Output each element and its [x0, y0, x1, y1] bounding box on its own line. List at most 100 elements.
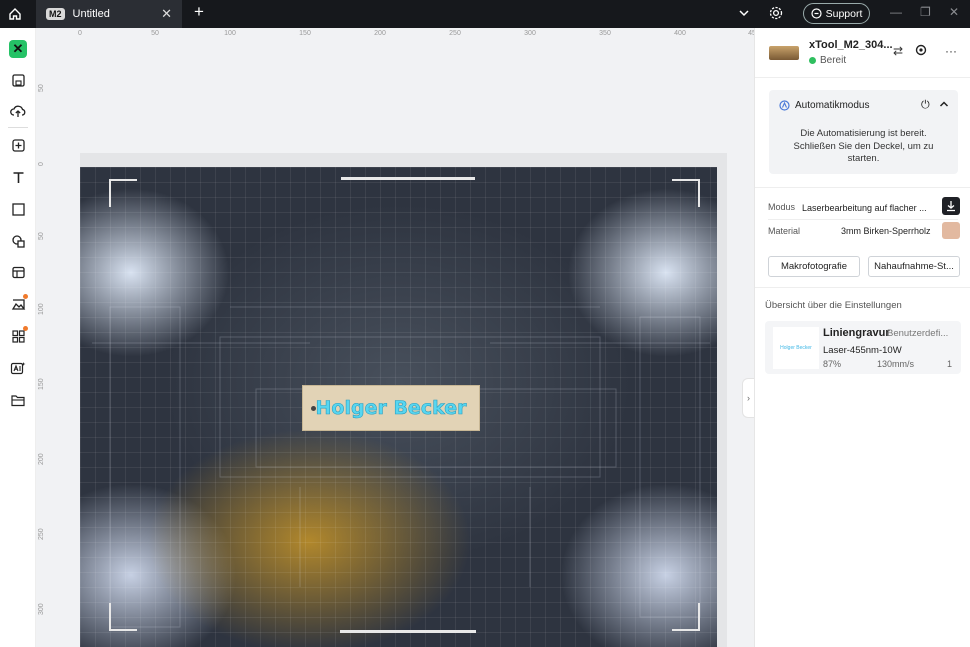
status-dot — [809, 57, 816, 64]
automation-message: Die Automatisierung ist bereit. Schließe… — [793, 128, 934, 164]
device-thumbnail — [769, 46, 799, 60]
ruler-tick-label: 0 — [78, 30, 82, 37]
chevron-up-icon[interactable] — [939, 99, 949, 112]
engraving-text: Holger Becker — [315, 397, 467, 420]
shape-tool-icon[interactable] — [6, 198, 30, 220]
mode-label: Modus — [768, 202, 796, 212]
settings-overview-title: Übersicht über die Einstellungen — [765, 300, 902, 311]
left-toolbar: ✕ — [0, 28, 36, 647]
add-object-icon[interactable] — [6, 134, 30, 156]
new-tab-button[interactable]: + — [194, 2, 204, 22]
ruler-tick-label: 400 — [674, 30, 686, 37]
closeup-button[interactable]: Nahaufnahme-St... — [868, 256, 960, 277]
close-tab-icon[interactable]: ✕ — [161, 6, 172, 22]
process-card[interactable]: Holger Becker Liniengravur Benutzerdefi.… — [765, 321, 961, 374]
vertical-ruler: 50 0 50 100 150 200 250 300 — [36, 48, 56, 647]
automation-title: Automatikmodus — [795, 100, 870, 111]
frame-corner — [672, 179, 700, 207]
tag-hole — [311, 406, 316, 411]
app-logo-icon[interactable]: ✕ — [6, 38, 30, 60]
frame-corner — [672, 603, 700, 631]
ruler-tick-label: 50 — [38, 84, 45, 92]
horizontal-ruler: 0 50 100 150 200 250 300 350 400 45 — [36, 28, 754, 48]
process-name: Liniengravur — [823, 327, 890, 339]
minimize-icon[interactable]: — — [890, 5, 902, 19]
material-swatch[interactable] — [942, 222, 960, 239]
frame-bar — [341, 177, 475, 180]
layout-icon[interactable] — [6, 261, 30, 283]
apps-icon[interactable] — [6, 325, 30, 347]
upload-cloud-icon[interactable] — [6, 100, 30, 122]
automation-icon — [779, 100, 790, 111]
window-close-icon[interactable]: ✕ — [949, 5, 959, 19]
laser-module: Laser-455nm-10W — [823, 345, 902, 356]
app-window: M2 Untitled ✕ + Support — ❐ ✕ ✕ 0 50 100… — [0, 0, 970, 647]
device-settings-icon[interactable] — [915, 44, 927, 59]
notification-dot — [23, 326, 28, 331]
status-label: Bereit — [820, 55, 847, 66]
speed-value: 130mm/s — [877, 359, 915, 369]
ruler-tick-label: 300 — [38, 603, 45, 615]
ruler-tick-label: 250 — [38, 528, 45, 540]
ai-tool-icon[interactable] — [6, 357, 30, 379]
title-bar: M2 Untitled ✕ + Support — ❐ ✕ — [0, 0, 970, 28]
power-icon[interactable]: ⏻ — [921, 99, 930, 112]
frame-bar — [340, 630, 476, 633]
ruler-tick-label: 100 — [224, 30, 236, 37]
automation-header[interactable]: Automatikmodus — [779, 100, 869, 111]
device-header: xTool_M2_304... Bereit ⇄ ··· — [755, 28, 970, 78]
machine-badge: M2 — [46, 8, 65, 20]
device-status: Bereit — [809, 55, 846, 66]
headset-icon — [811, 8, 822, 19]
elements-icon[interactable] — [6, 230, 30, 252]
process-thumbnail: Holger Becker — [773, 327, 819, 369]
chevron-down-icon[interactable] — [738, 7, 750, 22]
design-canvas[interactable]: 0 50 100 150 200 250 300 350 400 45 50 0 50 100 150 20… — [36, 28, 754, 647]
power-value: 87% — [823, 359, 842, 369]
frame-corner — [109, 179, 137, 207]
support-label: Support — [825, 7, 863, 20]
passes-value: 1 — [947, 359, 953, 369]
ruler-tick-label: 50 — [151, 30, 159, 37]
frame-corner — [109, 603, 137, 631]
tab-title: Untitled — [72, 8, 110, 20]
camera-preview[interactable]: Holger Becker — [80, 167, 717, 647]
support-button[interactable]: Support — [803, 3, 870, 24]
gear-icon[interactable] — [768, 5, 784, 24]
collapse-panel-button[interactable]: › — [742, 378, 754, 418]
automation-card: Automatikmodus ⏻ Die Automatisierung ist… — [769, 90, 958, 174]
device-name[interactable]: xTool_M2_304... — [809, 39, 893, 51]
save-icon[interactable] — [6, 69, 30, 91]
divider — [768, 219, 958, 220]
mode-icon[interactable] — [942, 197, 960, 215]
mode-select[interactable]: Laserbearbeitung auf flacher ... — [802, 203, 927, 213]
macro-photo-button[interactable]: Makrofotografie — [768, 256, 860, 277]
right-panel: xTool_M2_304... Bereit ⇄ ··· Automatikmo… — [754, 28, 970, 647]
engraving-object[interactable]: Holger Becker — [302, 385, 480, 431]
project-folder-icon[interactable] — [6, 389, 30, 411]
text-tool-icon[interactable] — [6, 166, 30, 188]
image-tool-icon[interactable] — [6, 293, 30, 315]
maximize-icon[interactable]: ❐ — [920, 5, 931, 19]
divider — [755, 287, 970, 288]
divider — [755, 187, 970, 188]
more-options-icon[interactable]: ··· — [945, 44, 957, 58]
ruler-tick-label: 100 — [38, 303, 45, 315]
material-select[interactable]: 3mm Birken-Sperrholz — [841, 226, 931, 236]
ruler-tick-label: 150 — [38, 378, 45, 390]
switch-device-icon[interactable]: ⇄ — [893, 44, 903, 58]
ruler-tick-label: 250 — [449, 30, 461, 37]
ruler-tick-label: 50 — [38, 232, 45, 240]
tab-untitled[interactable]: M2 Untitled ✕ — [36, 0, 182, 28]
ruler-tick-label: 0 — [38, 162, 45, 166]
home-icon[interactable] — [0, 0, 30, 28]
ruler-tick-label: 200 — [38, 453, 45, 465]
toolbar-divider — [8, 127, 28, 128]
material-label: Material — [768, 226, 801, 236]
ruler-tick-label: 350 — [599, 30, 611, 37]
ruler-tick-label: 200 — [374, 30, 386, 37]
process-preset: Benutzerdefi... — [887, 328, 949, 339]
notification-dot — [23, 294, 28, 299]
ruler-tick-label: 150 — [299, 30, 311, 37]
ruler-tick-label: 300 — [524, 30, 536, 37]
